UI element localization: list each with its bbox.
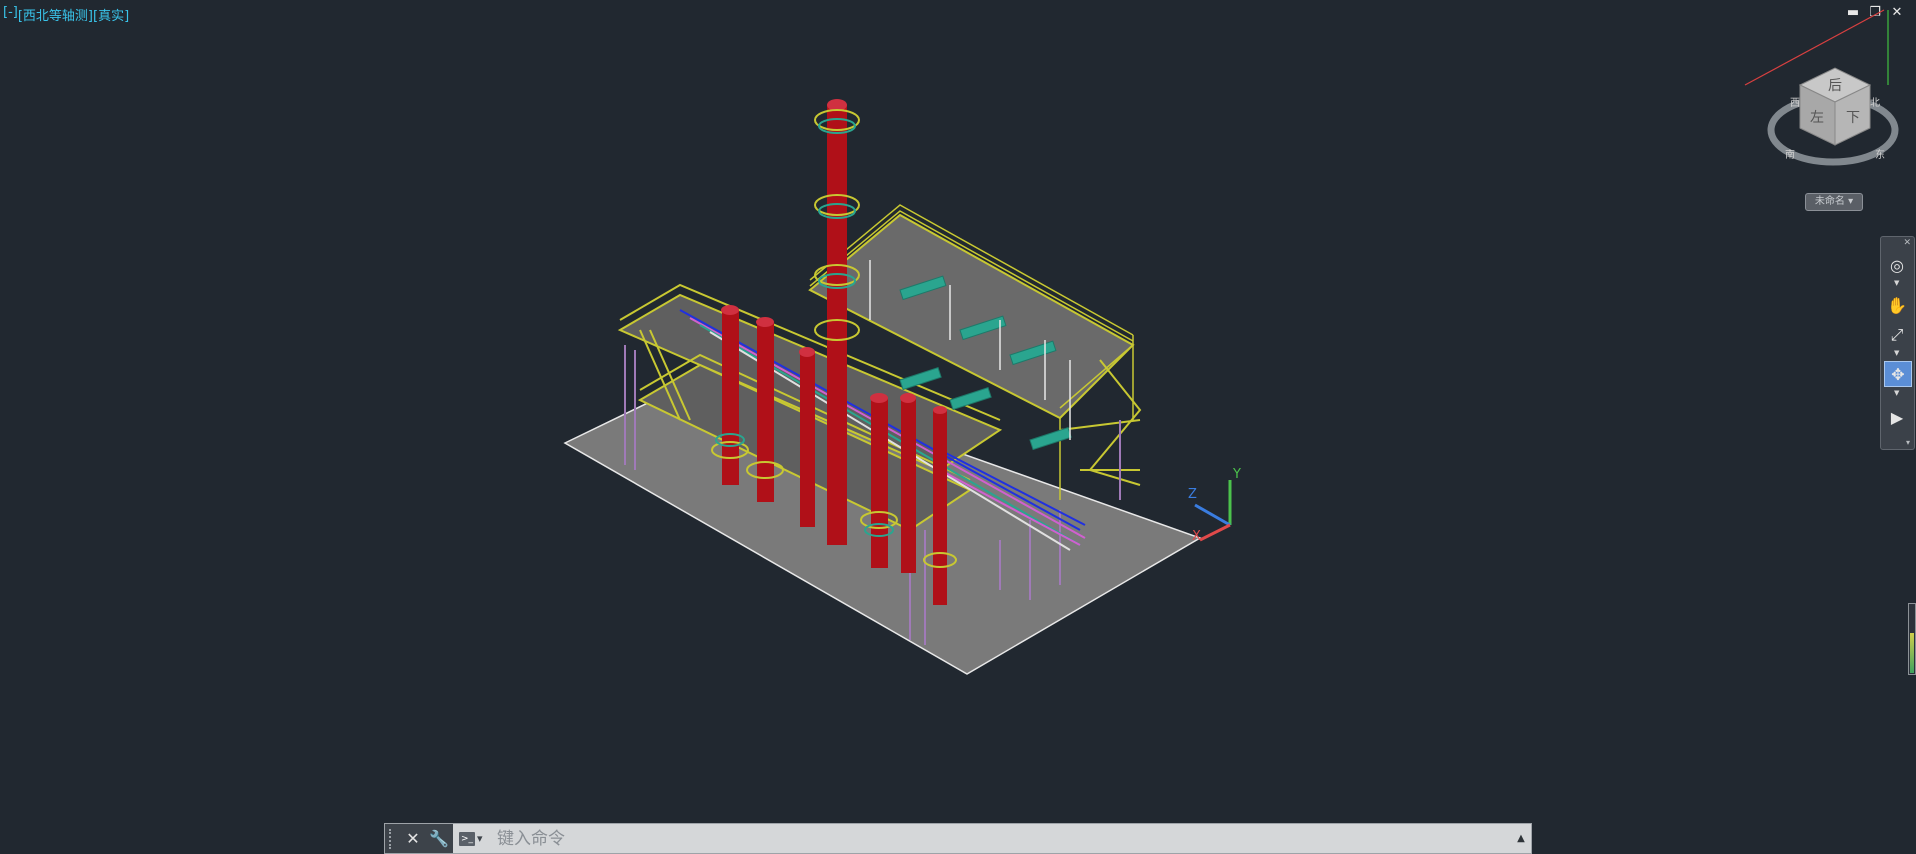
ucs-x-label: X <box>1192 529 1201 544</box>
compass-north: 北 <box>1870 97 1880 109</box>
chevron-down-icon: ▾ <box>477 832 483 845</box>
ucs-z-label: Z <box>1188 487 1197 502</box>
compass-west: 西 <box>1790 98 1800 109</box>
drag-grip-icon[interactable] <box>389 828 397 849</box>
command-input[interactable] <box>495 825 1511 852</box>
plant-3d-model[interactable]: Y Z X <box>0 0 1916 852</box>
recent-commands-button[interactable]: >_ ▾ <box>459 830 487 848</box>
command-history-icon[interactable]: ▲ <box>1511 833 1531 844</box>
chevron-down-icon[interactable]: ▼ <box>1894 279 1899 287</box>
chevron-down-icon[interactable]: ▼ <box>1894 389 1899 397</box>
viewcube-right-label: 下 <box>1846 110 1860 126</box>
orbit-icon[interactable]: ✥ <box>1884 361 1912 387</box>
navbar-close-icon[interactable]: ✕ <box>1903 238 1911 248</box>
pan-hand-icon[interactable]: ✋ <box>1884 293 1910 317</box>
chevron-down-icon[interactable]: ▼ <box>1894 349 1899 357</box>
viewcube-front-label: 左 <box>1810 110 1824 126</box>
steering-wheel-icon[interactable]: ◎ <box>1884 253 1910 277</box>
viewcube-top-label: 后 <box>1828 78 1842 94</box>
side-meter <box>1908 603 1916 675</box>
prompt-icon: >_ <box>459 831 475 846</box>
command-line-tools: ✕ 🔧 <box>385 824 453 853</box>
command-line: ✕ 🔧 >_ ▾ ▲ <box>384 823 1532 854</box>
showmotion-icon[interactable]: ▶ <box>1884 405 1910 429</box>
navigation-bar: ✕ ◎ ▼ ✋ ⤢ ▼ ✥ ▼ ▶ ▾ <box>1880 236 1915 450</box>
close-icon[interactable]: ✕ <box>405 829 421 848</box>
compass-south: 南 <box>1785 148 1795 161</box>
viewcube[interactable]: 后 左 下 西 北 南 东 <box>1740 0 1916 215</box>
zoom-extents-icon[interactable]: ⤢ <box>1884 323 1910 347</box>
compass-east: 东 <box>1875 148 1885 161</box>
ucs-menu-button[interactable]: 未命名 ▾ <box>1805 193 1863 211</box>
ucs-icon: Y Z X <box>1188 467 1241 544</box>
ucs-y-label: Y <box>1232 467 1241 482</box>
navbar-options-icon[interactable]: ▾ <box>1906 438 1910 447</box>
wrench-icon[interactable]: 🔧 <box>429 829 449 848</box>
